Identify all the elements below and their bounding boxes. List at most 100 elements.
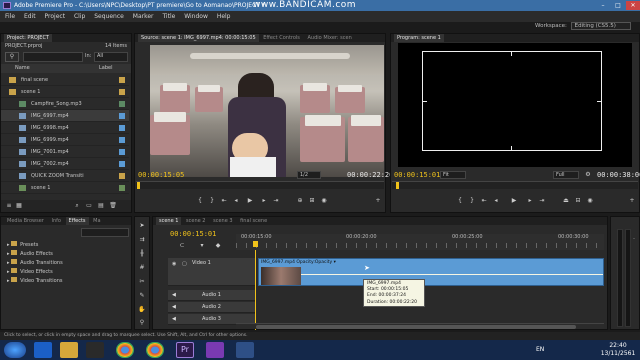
tab-audio-mixer[interactable]: Audio Mixer: scen [305, 34, 355, 42]
new-item-icon[interactable]: ▤ [97, 203, 105, 209]
extract-icon[interactable]: ⊟ [574, 198, 582, 204]
track-audio-1-header[interactable]: ◀ Audio 1 [168, 290, 255, 301]
tab-scene-1[interactable]: scene 1 [156, 217, 182, 225]
project-item[interactable]: IMG_7001.mp4 [1, 146, 129, 158]
clock[interactable]: 22:40 13/11/2561 [600, 342, 636, 358]
track-select-tool-icon[interactable]: ⇉ [138, 237, 146, 243]
tab-final-scene[interactable]: final scene [237, 217, 270, 225]
zoom-tool-icon[interactable]: ⚲ [138, 320, 146, 326]
prog-go-to-in-icon[interactable]: ⇤ [480, 198, 488, 204]
menu-project[interactable]: Project [45, 13, 66, 20]
project-item[interactable]: IMG_6998.mp4 [1, 122, 129, 134]
tab-media-browser[interactable]: Media Browser [4, 217, 47, 225]
selection-tool-icon[interactable]: ➤ [138, 223, 146, 229]
timeline-ruler[interactable]: 00:00:15:00 00:00:20:00 00:00:25:00 00:0… [236, 234, 604, 250]
col-name[interactable]: Name [15, 64, 30, 73]
effects-folder-item[interactable]: ▸ Presets [1, 241, 131, 250]
timeline-scroll-thumb[interactable] [256, 325, 576, 329]
mark-in-icon[interactable]: { [196, 198, 204, 204]
prog-mark-out-icon[interactable]: } [468, 198, 476, 204]
mark-out-icon[interactable]: } [208, 198, 216, 204]
program-scrubber[interactable] [392, 181, 638, 189]
program-timecode[interactable]: 00:00:15:01 [394, 171, 440, 179]
file-explorer-icon[interactable] [60, 342, 78, 358]
source-timecode-in[interactable]: 00:00:15:05 [138, 171, 184, 179]
track-video-1-header[interactable]: ◉ ▢ Video 1 [168, 258, 255, 286]
prog-step-back-icon[interactable]: ◂ [492, 198, 500, 204]
tab-scene-3[interactable]: scene 3 [210, 217, 235, 225]
menu-help[interactable]: Help [217, 13, 231, 20]
speaker-icon[interactable]: ◀ [172, 316, 176, 322]
set-marker-icon[interactable]: ▾ [198, 243, 206, 249]
play-icon[interactable]: ▶ [246, 198, 254, 204]
tab-source[interactable]: Source: scene 1: IMG_6997.mp4: 00:00:15:… [138, 34, 259, 42]
project-item[interactable]: Campfire_Song.mp3 [1, 98, 129, 110]
ripple-edit-tool-icon[interactable]: ╫ [138, 251, 146, 257]
maximize-button[interactable]: □ [611, 1, 625, 10]
search-bin-icon[interactable]: ⌕ [73, 203, 81, 209]
tab-effects[interactable]: Effects [65, 217, 89, 225]
tab-project[interactable]: Project: PROJECT [4, 34, 52, 42]
prog-mark-in-icon[interactable]: { [456, 198, 464, 204]
video-clip[interactable]: IMG_6997.mp4 Opacity:Opacity ▾ [258, 258, 604, 286]
premiere-taskbar-icon[interactable]: Pr [176, 342, 194, 358]
tab-markers[interactable]: Ma [90, 217, 103, 225]
col-label[interactable]: Label [99, 64, 113, 73]
overwrite-icon[interactable]: ⊞ [308, 198, 316, 204]
menu-sequence[interactable]: Sequence [94, 13, 124, 20]
prog-go-to-out-icon[interactable]: ⇥ [538, 198, 546, 204]
razor-tool-icon[interactable]: ✂ [138, 279, 146, 285]
timeline-playhead-handle[interactable] [253, 241, 258, 247]
opacity-rubberband[interactable] [301, 274, 603, 275]
menu-title[interactable]: Title [162, 13, 175, 20]
chrome-alt-icon[interactable] [146, 342, 164, 358]
snap-icon[interactable]: ⊂ [178, 243, 186, 249]
tab-effect-controls[interactable]: Effect Controls [260, 34, 303, 42]
clear-icon[interactable]: 🗑 [109, 203, 117, 209]
program-fit-dropdown[interactable]: Fit [440, 171, 466, 179]
wrench-icon[interactable]: ⚙ [584, 172, 592, 178]
minimize-button[interactable]: – [596, 1, 610, 10]
menu-window[interactable]: Window [184, 13, 208, 20]
close-button[interactable]: ✕ [626, 1, 640, 10]
insert-icon[interactable]: ⊕ [296, 198, 304, 204]
go-to-in-icon[interactable]: ⇤ [220, 198, 228, 204]
media-player-icon[interactable] [86, 342, 104, 358]
start-button-icon[interactable] [4, 342, 26, 358]
hand-tool-icon[interactable]: ✋ [138, 307, 146, 313]
lift-icon[interactable]: ⏏ [562, 198, 570, 204]
project-item[interactable]: IMG_6997.mp4 [1, 110, 129, 122]
tab-info[interactable]: Info [48, 217, 63, 225]
track-audio-2-header[interactable]: ◀ Audio 2 [168, 302, 255, 313]
pen-tool-icon[interactable]: ✎ [138, 293, 146, 299]
workspace-dropdown[interactable]: Editing (CS5.5) [570, 22, 631, 30]
source-video-frame[interactable] [150, 45, 384, 177]
new-bin-icon[interactable]: ▭ [85, 203, 93, 209]
prog-export-frame-icon[interactable]: ◉ [586, 198, 594, 204]
icon-view-icon[interactable]: ▦ [15, 203, 23, 209]
source-playhead[interactable] [137, 182, 140, 189]
source-scrubber[interactable] [136, 181, 384, 189]
bandicam-icon[interactable] [206, 342, 224, 358]
list-view-icon[interactable]: ≡ [5, 203, 13, 209]
effects-folder-item[interactable]: ▸ Video Transitions [1, 277, 131, 286]
go-to-out-icon[interactable]: ⇥ [272, 198, 280, 204]
speaker-icon[interactable]: ◀ [172, 292, 176, 298]
effects-folder-item[interactable]: ▸ Video Effects [1, 268, 131, 277]
tab-program[interactable]: Program: scene 1 [394, 34, 444, 42]
prog-add-button-icon[interactable]: + [628, 198, 636, 204]
prog-play-icon[interactable]: ▶ [510, 198, 518, 204]
step-forward-icon[interactable]: ▸ [260, 198, 268, 204]
export-frame-icon[interactable]: ◉ [320, 198, 328, 204]
timeline-timecode[interactable]: 00:00:15:01 [170, 230, 216, 238]
effects-folder-item[interactable]: ▸ Audio Effects [1, 250, 131, 259]
project-item[interactable]: IMG_6999.mp4 [1, 134, 129, 146]
program-quality-dropdown[interactable]: Full [553, 171, 579, 179]
project-item[interactable]: scene 1 [1, 182, 129, 194]
timeline-scrollbar[interactable] [236, 323, 604, 329]
step-back-icon[interactable]: ◂ [232, 198, 240, 204]
keyframe-icon[interactable]: ◆ [214, 243, 222, 249]
rolling-edit-tool-icon[interactable]: # [138, 265, 146, 271]
menu-file[interactable]: File [5, 13, 15, 20]
add-button-icon[interactable]: + [374, 198, 382, 204]
